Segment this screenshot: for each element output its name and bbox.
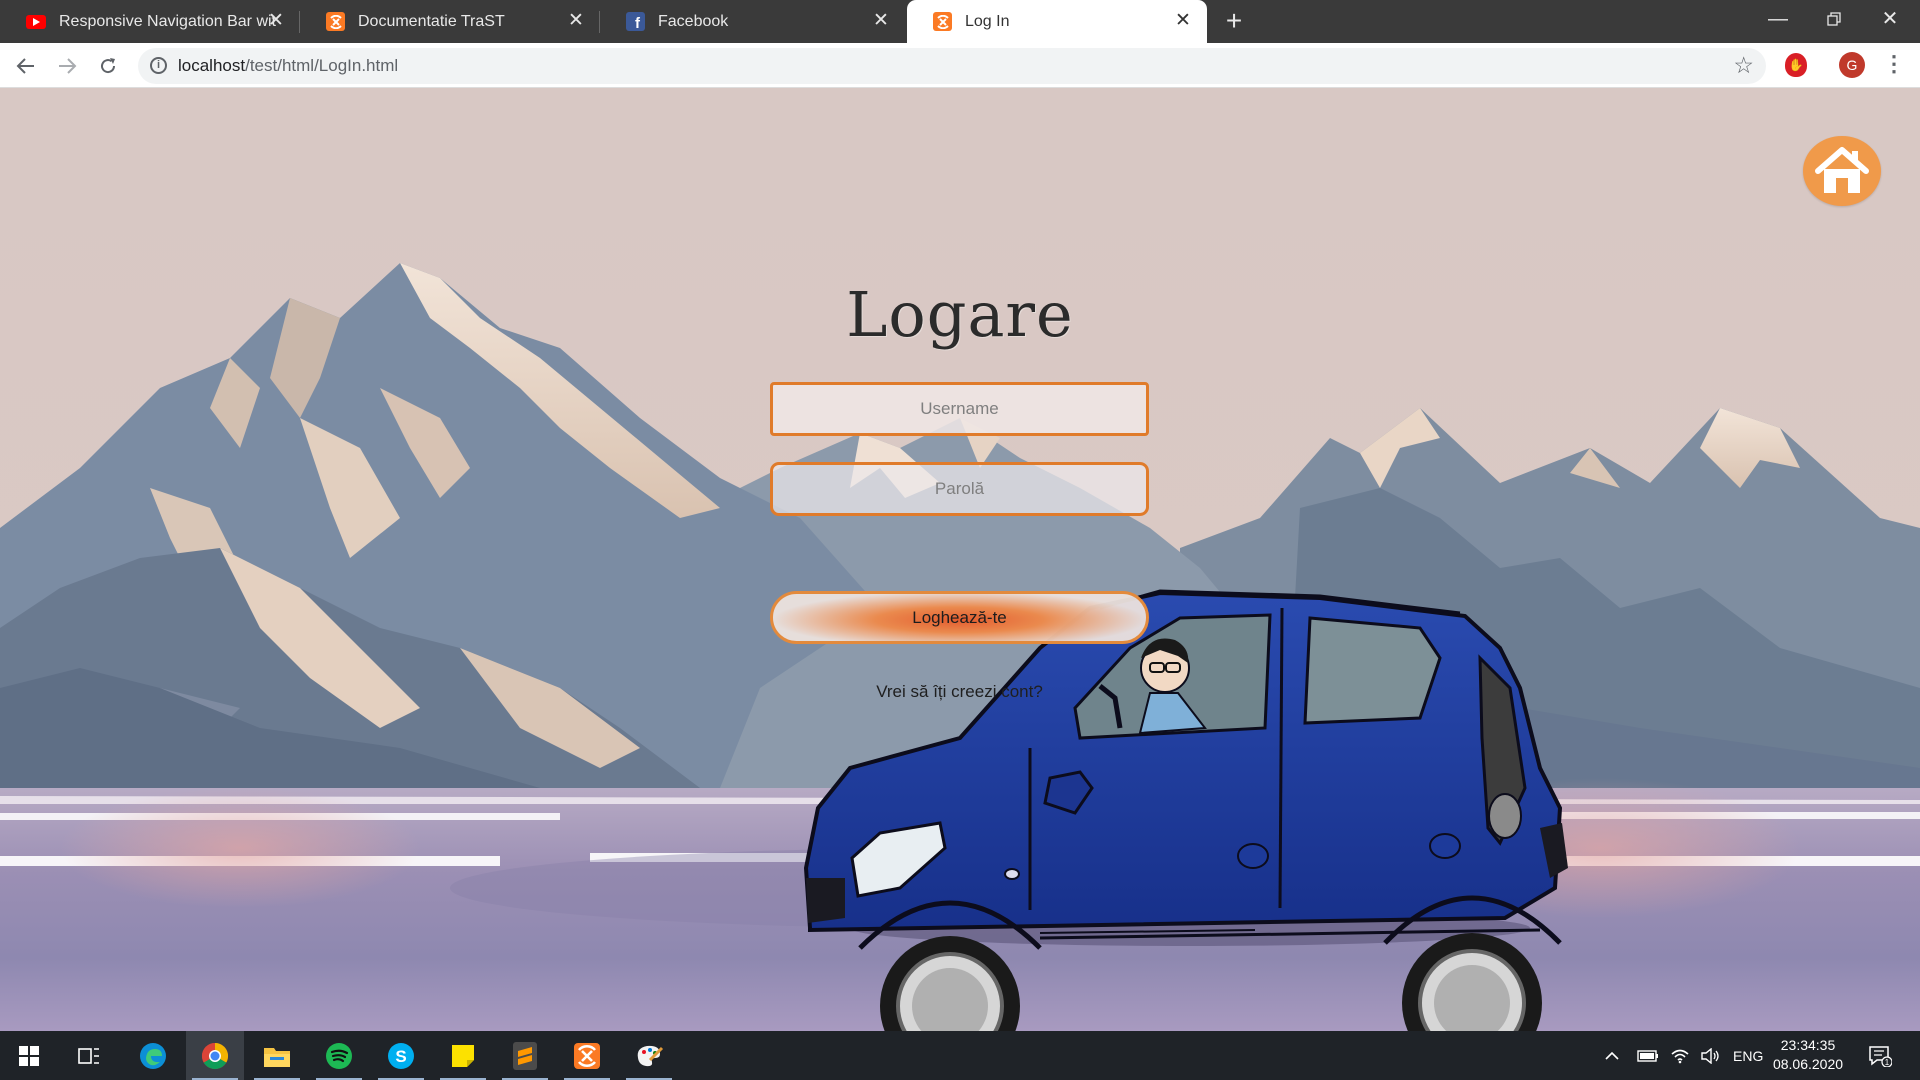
tab-documentatie[interactable]: Documentatie TraST ✕: [300, 0, 600, 43]
username-input[interactable]: [770, 382, 1149, 436]
sublime-text-icon[interactable]: [496, 1031, 554, 1080]
xampp-icon: [933, 12, 952, 31]
page-title: Logare: [846, 278, 1074, 351]
wifi-icon[interactable]: [1670, 1031, 1690, 1080]
forward-arrow-icon[interactable]: [50, 49, 84, 83]
youtube-icon: [26, 14, 46, 29]
tab-youtube[interactable]: Responsive Navigation Bar with I ✕: [0, 0, 300, 43]
sticky-notes-icon[interactable]: [434, 1031, 492, 1080]
xampp-icon: [326, 12, 345, 31]
notification-center-icon[interactable]: 1: [1868, 1031, 1892, 1080]
clock-time: 23:34:35: [1780, 1037, 1836, 1053]
url-text: localhost/test/html/LogIn.html: [178, 56, 398, 76]
profile-avatar[interactable]: G: [1839, 52, 1865, 78]
browser-toolbar: i localhost/test/html/LogIn.html ☆: [0, 43, 1920, 88]
tab-title: Log In: [965, 12, 1010, 30]
new-tab-button[interactable]: +: [1219, 7, 1249, 37]
minimize-icon[interactable]: —: [1750, 0, 1806, 40]
tab-title: Responsive Navigation Bar with I: [59, 12, 277, 30]
close-tab-icon[interactable]: ✕: [871, 11, 891, 31]
restore-icon[interactable]: [1806, 0, 1862, 40]
show-hidden-icons[interactable]: [1604, 1031, 1620, 1080]
close-window-icon[interactable]: ✕: [1862, 0, 1918, 40]
volume-icon[interactable]: [1700, 1031, 1720, 1080]
file-explorer-icon[interactable]: [248, 1031, 306, 1080]
tab-login[interactable]: Log In ✕: [907, 0, 1207, 43]
close-tab-icon[interactable]: ✕: [266, 11, 286, 31]
url-host: localhost: [178, 56, 246, 75]
url-path: /test/html/LogIn.html: [245, 56, 399, 75]
tab-title: Facebook: [658, 12, 729, 30]
spotify-icon[interactable]: [310, 1031, 368, 1080]
svg-text:S: S: [395, 1047, 406, 1066]
close-tab-icon[interactable]: ✕: [566, 11, 586, 31]
back-arrow-icon[interactable]: [9, 49, 43, 83]
language-indicator[interactable]: ENG: [1733, 1031, 1763, 1080]
system-clock[interactable]: 23:34:35 08.06.2020: [1770, 1036, 1846, 1074]
browser-menu-icon[interactable]: ⋮: [1883, 50, 1905, 80]
adblock-extension-icon[interactable]: ✋: [1785, 53, 1807, 77]
xampp-icon[interactable]: [558, 1031, 616, 1080]
tab-facebook[interactable]: f Facebook ✕: [600, 0, 905, 43]
browser-tab-strip: Responsive Navigation Bar with I ✕ Docum…: [0, 0, 1920, 43]
battery-icon[interactable]: [1637, 1031, 1659, 1080]
password-input[interactable]: [770, 462, 1149, 516]
address-bar[interactable]: i localhost/test/html/LogIn.html ☆: [138, 48, 1766, 84]
edge-icon[interactable]: [124, 1031, 182, 1080]
clock-date: 08.06.2020: [1772, 1056, 1844, 1072]
tab-title: Documentatie TraST: [358, 12, 505, 30]
mountain-road-background: [0, 263, 1920, 1031]
windows-taskbar: S ENG 23:34:35 08.06.2020 1: [0, 1031, 1920, 1080]
page-viewport: Logare Loghează-te Vrei să îți creezi co…: [0, 88, 1920, 1031]
create-account-link[interactable]: Vrei să îți creezi cont?: [770, 682, 1149, 702]
windows-start-icon[interactable]: [0, 1031, 58, 1080]
task-view-icon[interactable]: [60, 1031, 118, 1080]
home-icon: [1815, 147, 1869, 193]
bookmark-star-icon[interactable]: ☆: [1733, 52, 1754, 79]
info-icon[interactable]: i: [150, 57, 167, 74]
home-button[interactable]: [1803, 136, 1881, 206]
close-tab-icon[interactable]: ✕: [1173, 11, 1193, 31]
skype-icon[interactable]: S: [372, 1031, 430, 1080]
chrome-icon[interactable]: [186, 1031, 244, 1080]
notification-count: 1: [1885, 1058, 1890, 1067]
login-button[interactable]: Loghează-te: [770, 591, 1149, 644]
facebook-icon: f: [626, 12, 645, 32]
paint-icon[interactable]: [620, 1031, 678, 1080]
reload-icon[interactable]: [91, 49, 125, 83]
